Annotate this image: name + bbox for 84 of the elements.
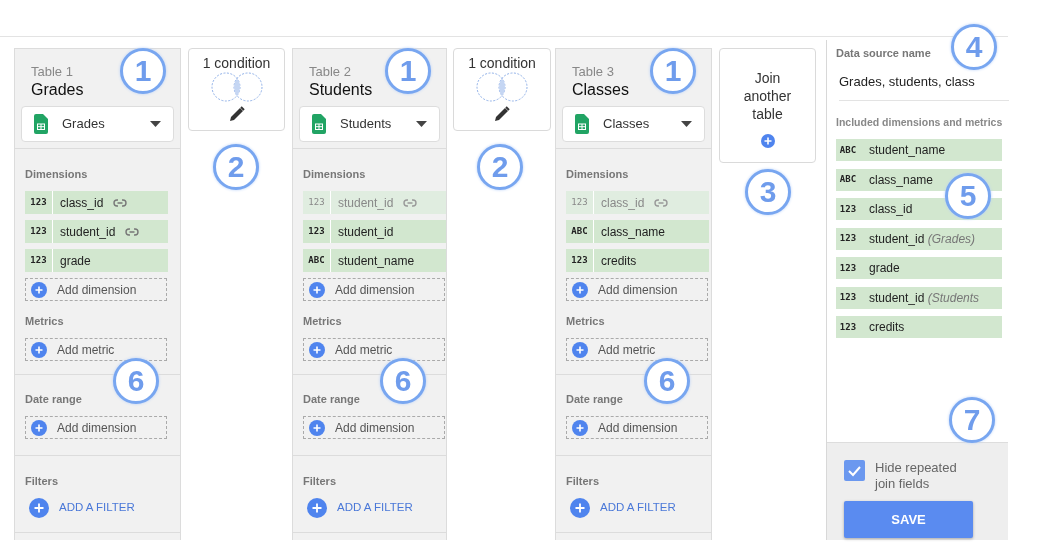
add-dimension-button[interactable]: Add dimension	[566, 416, 708, 439]
callout-tooltip: 6	[380, 358, 426, 404]
callout-tooltip: 1	[650, 48, 696, 94]
callout-tooltip: 6	[644, 358, 690, 404]
dimension-field[interactable]: 123 student_id	[25, 220, 168, 243]
plus-icon	[572, 419, 588, 436]
dimension-field[interactable]: ABC class_name	[566, 220, 709, 243]
callout-tooltip: 2	[213, 144, 259, 190]
included-field: 123 credits	[836, 316, 1002, 339]
caret-icon	[681, 121, 692, 127]
plus-icon	[309, 281, 325, 298]
join-condition-card[interactable]: 1 condition	[188, 48, 285, 131]
add-dimension-button[interactable]: Add dimension	[303, 278, 445, 301]
plus-icon	[307, 498, 327, 518]
venn-diagram-icon	[476, 71, 528, 103]
section-heading: Filters	[566, 474, 600, 488]
spreadsheet-icon	[312, 114, 326, 134]
add-filter-button[interactable]: ADD A FILTER	[566, 498, 676, 518]
add-filter-button[interactable]: ADD A FILTER	[303, 498, 413, 518]
source-dropdown[interactable]: Students	[299, 106, 440, 142]
callout-tooltip: 2	[477, 144, 523, 190]
section-heading: Date range	[303, 392, 361, 406]
pencil-icon	[494, 106, 510, 122]
source-dropdown[interactable]: Grades	[21, 106, 174, 142]
plus-icon	[309, 341, 325, 358]
section-heading: Dimensions	[25, 167, 89, 181]
callout-tooltip: 1	[120, 48, 166, 94]
plus-icon	[29, 498, 49, 518]
plus-icon	[309, 419, 325, 436]
dimension-field[interactable]: 123 credits	[566, 249, 709, 272]
plus-icon	[572, 341, 588, 358]
plus-icon	[759, 133, 776, 149]
add-dimension-button[interactable]: Add dimension	[303, 416, 445, 439]
caret-icon	[150, 121, 161, 127]
callout-tooltip: 6	[113, 358, 159, 404]
callout-tooltip: 4	[951, 24, 997, 70]
dimension-field[interactable]: 123 grade	[25, 249, 168, 272]
section-heading: Metrics	[303, 314, 343, 328]
pencil-icon	[228, 106, 245, 122]
table-name: Grades	[31, 80, 84, 100]
data-source-name-field[interactable]: Grades, students, class	[839, 72, 1009, 101]
spreadsheet-icon	[34, 114, 48, 134]
add-dimension-button[interactable]: Add dimension	[566, 278, 708, 301]
section-heading: Metrics	[25, 314, 65, 328]
join-another-table-button[interactable]: Join another table	[719, 48, 816, 163]
callout-tooltip: 1	[385, 48, 431, 94]
caret-icon	[416, 121, 427, 127]
venn-diagram-icon	[210, 71, 263, 103]
section-heading: Filters	[303, 474, 337, 488]
source-dropdown[interactable]: Classes	[562, 106, 705, 142]
join-condition-card[interactable]: 1 condition	[453, 48, 551, 131]
checkbox[interactable]	[844, 460, 865, 481]
included-field: 123 grade	[836, 257, 1002, 280]
table-label: Table 3	[572, 64, 614, 80]
section-heading: Included dimensions and metrics	[836, 114, 1004, 130]
plus-icon	[31, 281, 47, 298]
table-name: Students	[309, 80, 373, 100]
plus-icon	[31, 419, 47, 436]
callout-tooltip: 3	[745, 169, 791, 215]
section-heading: Filters	[25, 474, 59, 488]
section-heading: Dimensions	[303, 167, 367, 181]
section-heading: Date range	[25, 392, 83, 406]
table-name: Classes	[572, 80, 629, 100]
add-filter-button[interactable]: ADD A FILTER	[25, 498, 135, 518]
plus-icon	[31, 341, 47, 358]
add-dimension-button[interactable]: Add dimension	[25, 416, 167, 439]
plus-icon	[572, 281, 588, 298]
included-field: 123 student_id (Students	[836, 286, 1002, 309]
dimension-field[interactable]: ABC student_name	[303, 249, 446, 272]
plus-icon	[570, 498, 590, 518]
field-label: Data source name	[836, 46, 931, 61]
checkbox-label: Hide repeated join fields	[875, 460, 958, 492]
table-label: Table 1	[31, 64, 73, 80]
table-label: Table 2	[309, 64, 351, 80]
section-heading: Metrics	[566, 314, 606, 328]
dimension-field[interactable]: 123 student_id	[303, 220, 446, 243]
included-field: ABC student_name	[836, 139, 1002, 162]
section-heading: Dimensions	[566, 167, 630, 181]
included-field: 123 student_id (Grades)	[836, 227, 1002, 250]
callout-tooltip: 7	[949, 397, 995, 443]
add-dimension-button[interactable]: Add dimension	[25, 278, 167, 301]
spreadsheet-icon	[575, 114, 589, 134]
dimension-field[interactable]: 123 class_id	[25, 191, 168, 214]
section-heading: Date range	[566, 392, 624, 406]
